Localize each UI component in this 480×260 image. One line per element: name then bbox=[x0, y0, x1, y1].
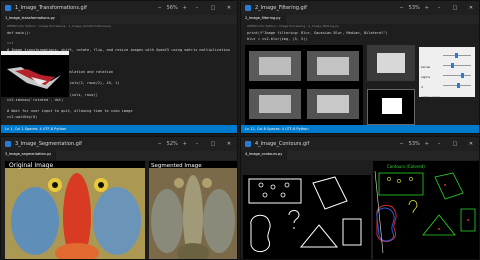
maximize-button[interactable]: □ bbox=[209, 5, 217, 11]
trackbar-label: sigma_space bbox=[421, 95, 441, 99]
filter-panel-inner bbox=[259, 57, 291, 75]
close-button[interactable]: ✕ bbox=[225, 141, 233, 147]
minimize-button[interactable]: – bbox=[193, 5, 201, 11]
zoom-level: 53% bbox=[408, 141, 420, 147]
zoom-in-icon[interactable]: + bbox=[425, 5, 429, 11]
zoom-out-icon[interactable]: − bbox=[399, 5, 403, 11]
editor-tab[interactable]: 1_image_transformations.py bbox=[1, 15, 60, 24]
status-bar: Ln 1, Col 1 Spaces: 4 UTF-8 Python bbox=[1, 125, 237, 133]
filter-panel-inner bbox=[317, 57, 349, 75]
window-controls: – □ ✕ bbox=[193, 5, 233, 11]
slider-thumb[interactable] bbox=[457, 83, 460, 88]
window-controls: – □ ✕ bbox=[435, 5, 475, 11]
code-line: blur = cv2.blur(img, (5, 5)) bbox=[247, 36, 308, 41]
window-image-contours: 4_Image_Contours.gif − 53% + – □ ✕ 4_ima… bbox=[240, 136, 480, 260]
photos-app-icon bbox=[245, 5, 251, 11]
close-button[interactable]: ✕ bbox=[225, 5, 233, 11]
slider-thumb[interactable] bbox=[455, 53, 458, 58]
minimize-button[interactable]: – bbox=[193, 141, 201, 147]
contours-label: Contours (Colored) bbox=[387, 164, 425, 169]
window-title: 3_Image_Segmentation.gif bbox=[15, 141, 82, 147]
minimize-button[interactable]: – bbox=[435, 5, 443, 11]
photos-app-icon bbox=[5, 5, 11, 11]
zoom-in-icon[interactable]: + bbox=[183, 5, 187, 11]
trackbar-row[interactable]: sigma bbox=[421, 63, 473, 79]
filter-preview-window[interactable] bbox=[245, 45, 363, 125]
editor-tabs: 3_image_segmentation.py bbox=[1, 151, 237, 160]
editor-tabs: 1_image_transformations.py bbox=[1, 15, 237, 24]
zoom-level: 53% bbox=[408, 5, 420, 11]
slider-thumb[interactable] bbox=[461, 73, 464, 78]
trackbar-row[interactable]: d bbox=[421, 73, 473, 89]
shapes-image bbox=[243, 175, 371, 259]
viewer-toolbar: − 52% + bbox=[157, 141, 187, 147]
segmented-label: Segmented Image bbox=[151, 163, 202, 169]
status-bar: Ln 12, Col 8 Spaces: 4 UTF-8 Python bbox=[241, 125, 479, 133]
zoom-level: 56% bbox=[166, 5, 178, 11]
contours-image: Contours (Colored) bbox=[373, 161, 479, 259]
breadcrumb: OPENCV-for Python › Image Processing › 2… bbox=[247, 24, 339, 28]
close-button[interactable]: ✕ bbox=[467, 5, 475, 11]
zoom-out-icon[interactable]: − bbox=[157, 141, 161, 147]
window-image-segmentation: 3_Image_Segmentation.gif − 52% + – □ ✕ 3… bbox=[0, 136, 238, 260]
zoom-out-icon[interactable]: − bbox=[399, 141, 403, 147]
filter-panel-inner bbox=[317, 95, 349, 113]
photos-app-icon bbox=[245, 141, 251, 147]
title-bar[interactable]: 3_Image_Segmentation.gif − 52% + – □ ✕ bbox=[1, 137, 237, 151]
editor-tabs: 4_image_contours.py bbox=[241, 151, 479, 160]
breadcrumb: OPENCV-for Python › Image Processing › 1… bbox=[7, 24, 112, 28]
editor-tabs: 2_image_filtering.py bbox=[241, 15, 479, 24]
rotated-image bbox=[1, 55, 69, 97]
rotated-image-window[interactable] bbox=[1, 51, 69, 97]
zoom-in-icon[interactable]: + bbox=[425, 141, 429, 147]
filter-panel-inner bbox=[259, 95, 291, 113]
window-controls: – □ ✕ bbox=[435, 141, 475, 147]
trackbar-row[interactable]: sigma_space bbox=[421, 83, 473, 99]
editor-tab[interactable]: 3_image_segmentation.py bbox=[1, 151, 57, 160]
title-bar[interactable]: 4_Image_Contours.gif − 53% + – □ ✕ bbox=[241, 137, 479, 151]
maximize-button[interactable]: □ bbox=[209, 141, 217, 147]
binary-preview bbox=[367, 89, 415, 125]
title-bar[interactable]: 2_Image_Filtering.gif − 53% + – □ ✕ bbox=[241, 1, 479, 15]
editor-tab[interactable]: 4_image_contours.py bbox=[241, 151, 288, 160]
trackbar-row[interactable]: kernel bbox=[421, 53, 473, 69]
viewer-toolbar: − 53% + bbox=[399, 5, 429, 11]
window-controls: – □ ✕ bbox=[193, 141, 233, 147]
original-label: Original Image bbox=[9, 162, 53, 169]
viewer-toolbar: − 53% + bbox=[399, 141, 429, 147]
zoom-out-icon[interactable]: − bbox=[157, 5, 161, 11]
window-image-transformations: 1_Image_Transformations.gif − 56% + – □ … bbox=[0, 0, 238, 134]
viewer-toolbar: − 56% + bbox=[157, 5, 187, 11]
maximize-button[interactable]: □ bbox=[451, 141, 459, 147]
window-title: 4_Image_Contours.gif bbox=[255, 141, 310, 147]
window-image-filtering: 2_Image_Filtering.gif − 53% + – □ ✕ 2_im… bbox=[240, 0, 480, 134]
window-title: 1_Image_Transformations.gif bbox=[15, 5, 87, 11]
original-image: Original Image bbox=[5, 161, 145, 259]
close-button[interactable]: ✕ bbox=[467, 141, 475, 147]
window-title: 2_Image_Filtering.gif bbox=[255, 5, 307, 11]
segmented-image: Segmented Image bbox=[149, 161, 237, 259]
slider-thumb[interactable] bbox=[451, 63, 454, 68]
code-line: cv2.waitKey(0) bbox=[7, 114, 38, 119]
zoom-level: 52% bbox=[166, 141, 178, 147]
trackbar-panel: kernel sigma d sigma_space bbox=[419, 47, 475, 99]
photos-app-icon bbox=[5, 141, 11, 147]
editor-tab[interactable]: 2_image_filtering.py bbox=[241, 15, 286, 24]
maximize-button[interactable]: □ bbox=[451, 5, 459, 11]
title-bar[interactable]: 1_Image_Transformations.gif − 56% + – □ … bbox=[1, 1, 237, 15]
result-preview bbox=[367, 45, 415, 81]
minimize-button[interactable]: – bbox=[435, 141, 443, 147]
zoom-in-icon[interactable]: + bbox=[183, 141, 187, 147]
code-editor[interactable]: print(f"Image filtering: Blur, Gaussian … bbox=[241, 31, 479, 45]
